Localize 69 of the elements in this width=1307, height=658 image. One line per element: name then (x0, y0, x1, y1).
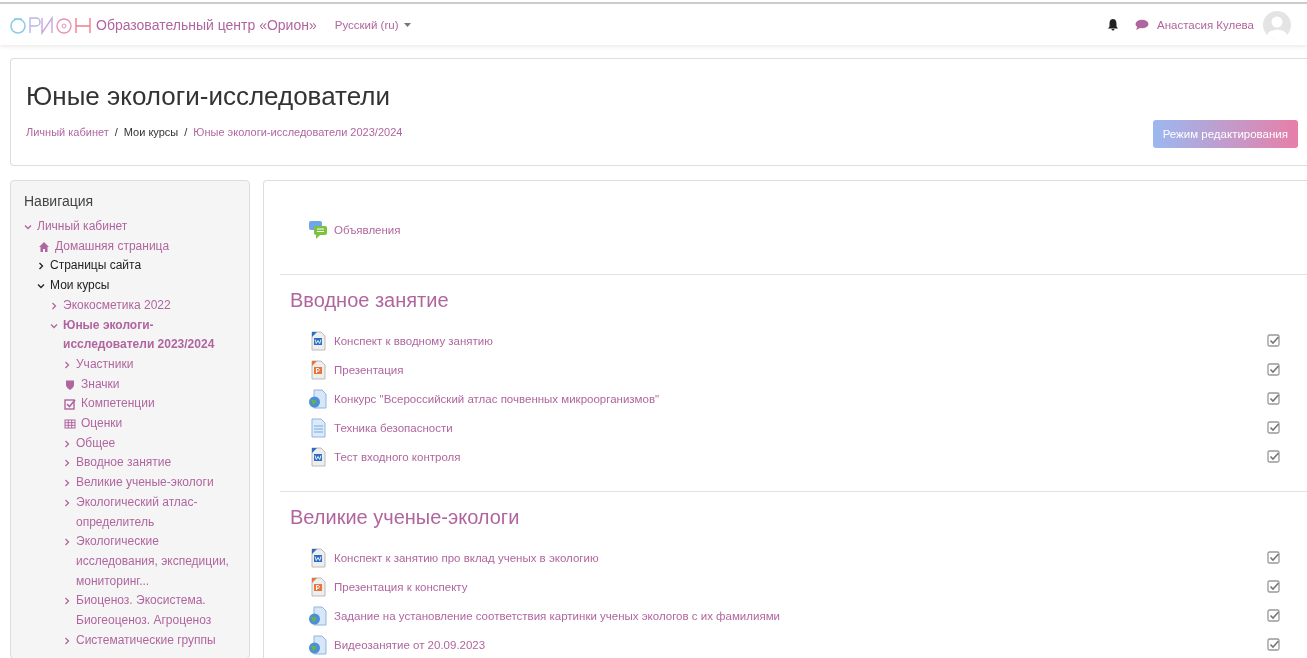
activity-link[interactable]: Тест входного контроля (334, 450, 461, 463)
navigation-title: Навигация (24, 193, 95, 209)
completion-checkbox[interactable] (1267, 551, 1280, 564)
globe-file-icon (308, 605, 328, 626)
nav-link[interactable]: Домашняя страница (55, 236, 170, 257)
nav-link[interactable]: Юные экологи-исследователи 2023/2024 (63, 315, 235, 355)
completion-checkbox[interactable] (1267, 638, 1280, 651)
course-title: Юные экологи-исследователи (26, 81, 391, 112)
nav-link[interactable]: Значки (81, 374, 120, 395)
presentation-file-icon (308, 576, 328, 597)
nav-link[interactable]: Экологический атлас-определитель (76, 492, 235, 533)
page-file-icon (308, 417, 328, 438)
activity-link[interactable]: Конкурс "Всероссийский атлас почвенных микроорганизмов" (334, 392, 660, 405)
breadcrumb-link[interactable]: Юные экологи-исследователи 2023/2024 (193, 126, 403, 138)
nav-link[interactable]: Вводное занятие (76, 453, 172, 474)
activity-link[interactable]: Конспект к вводному занятию (334, 334, 493, 347)
completion-checkbox[interactable] (1267, 450, 1280, 463)
word-document-icon (308, 330, 328, 351)
nav-link[interactable]: Общее (76, 433, 116, 454)
presentation-file-icon (308, 359, 328, 380)
globe-file-icon (308, 634, 328, 655)
globe-file-icon (308, 388, 328, 409)
shield-icon (64, 378, 76, 391)
nav-link[interactable]: Личный кабинет (37, 217, 128, 237)
table-icon (64, 418, 76, 431)
user-name-link[interactable]: Анастасия Кулева (1157, 18, 1254, 31)
nav-link[interactable]: Великие ученые-экологи (76, 473, 214, 493)
completion-checkbox[interactable] (1267, 421, 1280, 434)
activity-link[interactable]: Техника безопасности (334, 421, 453, 434)
nav-link[interactable]: Оценки (81, 414, 123, 434)
nav-link[interactable]: Участники (76, 354, 134, 375)
section-title: Вводное занятие (290, 289, 450, 312)
activity-link[interactable]: Презентация (334, 363, 404, 376)
completion-checkbox[interactable] (1267, 363, 1280, 376)
bell-icon[interactable] (1107, 18, 1119, 31)
activity-link[interactable]: Задание на установление соответствия картинки ученых экологов с их фамилиями (334, 609, 780, 622)
breadcrumb-link[interactable]: Личный кабинет (26, 126, 109, 138)
nav-link[interactable]: Экологические исследования, экспедиции, мониторинг... (76, 532, 235, 592)
completion-checkbox[interactable] (1267, 334, 1280, 347)
nav-link[interactable]: Страницы сайта (50, 256, 142, 277)
completion-checkbox[interactable] (1267, 609, 1280, 622)
section-title: Великие ученые-экологи (290, 506, 521, 529)
breadcrumb-separator: / (114, 126, 118, 138)
nav-link[interactable]: Экокосметика 2022 (63, 295, 171, 316)
activity-link[interactable]: Конспект к занятию про вклад ученых в экологию (334, 551, 599, 564)
activity-link[interactable]: Видеозанятие от 20.09.2023 (334, 638, 486, 651)
word-document-icon (308, 446, 328, 467)
activity-link[interactable]: Объявления (334, 223, 401, 236)
word-document-icon (308, 547, 328, 568)
completion-checkbox[interactable] (1267, 392, 1280, 405)
breadcrumb-link[interactable]: Мои курсы (123, 126, 179, 138)
breadcrumb-separator: / (184, 126, 188, 138)
nav-link[interactable]: Биоценоз. Экосистема. Биогеоценоз. Агроценоз (76, 591, 235, 631)
nav-link[interactable]: Мои курсы (50, 276, 110, 296)
chevron-icon[interactable] (37, 262, 45, 271)
nav-link[interactable]: Систематические группы (76, 630, 216, 651)
home-icon (38, 240, 50, 253)
activity-link[interactable]: Презентация к конспекту (334, 580, 468, 593)
site-name-link[interactable]: Образовательный центр «Орион» (96, 16, 317, 33)
chevron-icon[interactable] (37, 282, 45, 291)
completion-checkbox[interactable] (1267, 580, 1280, 593)
checkbox-icon (64, 398, 76, 411)
chat-icon[interactable] (1135, 18, 1149, 31)
chat-bubbles-icon (308, 219, 328, 240)
caret-icon (404, 22, 412, 27)
language-menu[interactable]: Русский (ru) (334, 18, 412, 31)
logo-icon[interactable] (10, 14, 92, 35)
edit-mode-button[interactable]: Режим редактирования (1152, 120, 1298, 148)
nav-link[interactable]: Компетенции (81, 394, 155, 415)
